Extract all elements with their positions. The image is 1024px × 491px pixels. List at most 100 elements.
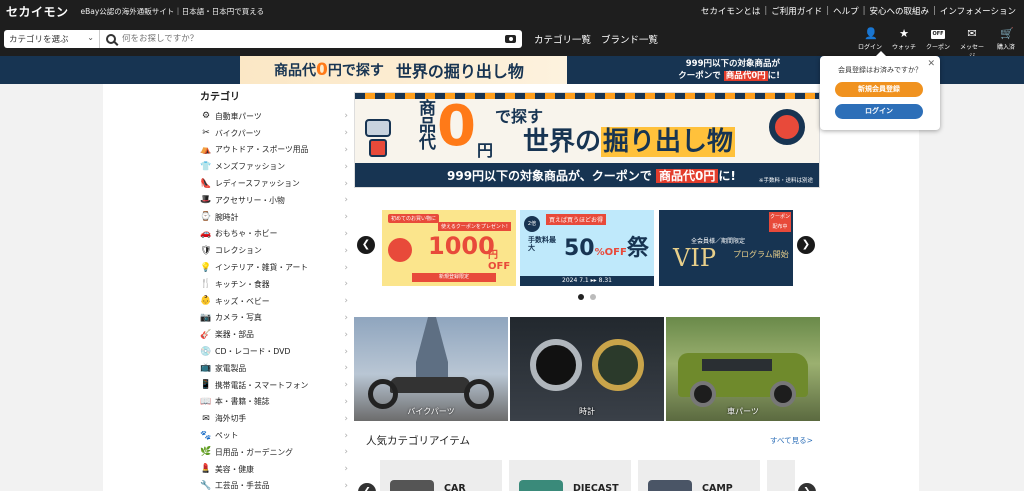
chevron-right-icon: › — [344, 212, 348, 223]
sidebar-item[interactable]: ✉ 海外切手 › — [200, 410, 350, 427]
search-input[interactable] — [122, 34, 505, 44]
chevron-right-icon: › — [344, 413, 348, 424]
chevron-right-icon: › — [344, 161, 348, 172]
sidebar-item-label: バイクパーツ — [215, 128, 262, 138]
sidebar-item[interactable]: 📺 家電製品 › — [200, 360, 350, 377]
carousel-prev-button[interactable]: ❮ — [357, 236, 375, 254]
chevron-right-icon: › — [344, 346, 348, 357]
photo-car-parts[interactable]: 車パーツ — [666, 317, 820, 421]
lamp-icon: 💡 — [200, 262, 212, 273]
chevron-right-icon: › — [344, 111, 348, 122]
carousel-card-fee-sale[interactable]: 2倍 買えば買うほどお得 手数料最大 50%OFF祭 2024 7.1 ▸▸ 8… — [520, 210, 654, 286]
chevron-right-icon: › — [344, 128, 348, 139]
sidebar-item[interactable]: 💄 美容・健康 › — [200, 461, 350, 478]
sidebar-item[interactable]: 🎩 アクセサリー・小物 › — [200, 192, 350, 209]
sidebar-item[interactable]: ✂ バイクパーツ › — [200, 125, 350, 142]
link-guide[interactable]: ご利用ガイド — [771, 5, 822, 17]
carousel-dot-2[interactable] — [590, 294, 596, 300]
tent-icon: ⛺ — [200, 144, 212, 155]
carousel-card-vip[interactable]: クーポン配布中 全会員様／期間限定 VIP プログラム開始 — [659, 210, 793, 286]
sidebar-item-label: キッズ・ベビー — [215, 296, 270, 306]
chevron-right-icon: › — [344, 329, 348, 340]
sidebar-item[interactable]: 🚗 おもちゃ・ホビー › — [200, 226, 350, 243]
sidebar-item[interactable]: ⌚ 腕時計 › — [200, 209, 350, 226]
sidebar-item[interactable]: 👠 レディースファッション › — [200, 175, 350, 192]
link-information[interactable]: インフォメーション — [940, 5, 1016, 17]
garden-icon: 🌿 — [200, 447, 212, 458]
photo-watches[interactable]: 時計 — [510, 317, 664, 421]
tile-camp[interactable]: CAMP — [638, 460, 760, 491]
sidebar-item[interactable]: 📖 本・書籍・雑誌 › — [200, 394, 350, 411]
link-help[interactable]: ヘルプ — [833, 5, 859, 17]
search-icon[interactable] — [106, 34, 116, 44]
sidebar-item-label: 自動車パーツ — [215, 111, 262, 121]
sidebar-item-label: キッチン・食器 — [215, 279, 270, 289]
sidebar-item-label: おもちゃ・ホビー — [215, 229, 278, 239]
chevron-right-icon: ❯ — [803, 487, 811, 491]
popup-login-button[interactable]: ログイン — [835, 104, 923, 119]
sidebar-item[interactable]: ⚙ 自動車パーツ › — [200, 108, 350, 125]
chevron-right-icon: › — [344, 195, 348, 206]
brand-list-link[interactable]: ブランド一覧 — [601, 32, 658, 46]
shield-icon: 🛡 — [200, 245, 212, 256]
tile-diecast[interactable]: DIECAST — [509, 460, 631, 491]
sidebar-item-label: 工芸品・手芸品 — [215, 481, 270, 491]
tile-car-parts[interactable]: CAR PARTS — [380, 460, 502, 491]
chevron-right-icon: › — [344, 262, 348, 273]
category-list-link[interactable]: カテゴリ一覧 — [534, 32, 591, 46]
sidebar-item[interactable]: 📷 カメラ・写真 › — [200, 310, 350, 327]
hero-banner[interactable]: 商品代 0 円 で探す 世界の掘り出し物 999円以下の対象商品が、クーポンで … — [354, 92, 820, 188]
star-icon: ★ — [899, 27, 909, 40]
carousel-card-coupon[interactable]: 初めてのお買い物に 使えるクーポンをプレゼント! 1000 円OFF 新規登録限… — [382, 210, 516, 286]
sidebar-item[interactable]: 🌿 日用品・ガーデニング › — [200, 444, 350, 461]
heel-icon: 👠 — [200, 178, 212, 189]
shirt-icon: 👕 — [200, 161, 212, 172]
popup-question: 会員登録はお済みですか？ — [838, 66, 922, 74]
logo[interactable]: セカイモン — [6, 3, 69, 20]
sidebar-item-label: レディースファッション — [215, 179, 300, 189]
record-illustration — [769, 109, 805, 145]
sidebar-item-label: 日用品・ガーデニング — [215, 447, 293, 457]
sidebar-item[interactable]: 👕 メンズファッション › — [200, 158, 350, 175]
carousel-dot-1[interactable] — [578, 294, 584, 300]
tv-icon: 📺 — [200, 363, 212, 374]
tile-more[interactable] — [767, 460, 795, 491]
sidebar-item-label: メンズファッション — [215, 162, 286, 172]
sidebar-item[interactable]: 👶 キッズ・ベビー › — [200, 293, 350, 310]
tool-icon: 🔧 — [200, 480, 212, 491]
camera-icon: 📷 — [200, 312, 212, 323]
chevron-right-icon: › — [344, 228, 348, 239]
link-about[interactable]: セカイモンとは — [701, 5, 761, 17]
guitar-icon: 🎸 — [200, 329, 212, 340]
camera-icon[interactable] — [505, 35, 516, 43]
phone-icon: 📱 — [200, 380, 212, 391]
disc-icon: 💿 — [200, 346, 212, 357]
sidebar-item-label: コレクション — [215, 246, 262, 256]
category-select[interactable]: カテゴリを選ぶ ⌄ — [4, 30, 100, 48]
campaign-banner[interactable]: 商品代0円で探す 世界の掘り出し物 999円以下の対象商品が クーポンで 商品代0… — [240, 56, 785, 84]
watch-icon: ⌚ — [200, 212, 212, 223]
carousel-next-button[interactable]: ❯ — [797, 236, 815, 254]
sidebar-item[interactable]: 💡 インテリア・雑貨・アート › — [200, 259, 350, 276]
chevron-right-icon: › — [344, 312, 348, 323]
sidebar-item[interactable]: 🛡 コレクション › — [200, 242, 350, 259]
sidebar-item-label: アウトドア・スポーツ用品 — [215, 145, 309, 155]
sidebar-item[interactable]: ⛺ アウトドア・スポーツ用品 › — [200, 142, 350, 159]
link-safety[interactable]: 安心への取組み — [870, 5, 930, 17]
see-all-link[interactable]: すべて見る> — [770, 435, 813, 446]
chevron-left-icon: ❮ — [361, 239, 371, 250]
sidebar-item-label: ペット — [215, 431, 239, 441]
sidebar-item[interactable]: 💿 CD・レコード・DVD › — [200, 343, 350, 360]
sidebar-item[interactable]: 📱 携帯電話・スマートフォン › — [200, 377, 350, 394]
book-icon: 📖 — [200, 396, 212, 407]
top-links: セカイモンとは | ご利用ガイド | ヘルプ | 安心への取組み | インフォメーション — [700, 5, 1016, 17]
sidebar-item[interactable]: 🔧 工芸品・手芸品 › — [200, 478, 350, 491]
sidebar-item[interactable]: 🐾 ペット › — [200, 427, 350, 444]
register-button[interactable]: 新規会員登録 — [835, 82, 923, 97]
chevron-right-icon: › — [344, 144, 348, 155]
sidebar-item[interactable]: 🎸 楽器・部品 › — [200, 326, 350, 343]
photo-bike-parts[interactable]: バイクパーツ — [354, 317, 508, 421]
sidebar-item-label: 腕時計 — [215, 212, 239, 222]
user-icon: 👤 — [864, 27, 878, 40]
sidebar-item[interactable]: 🍴 キッチン・食器 › — [200, 276, 350, 293]
